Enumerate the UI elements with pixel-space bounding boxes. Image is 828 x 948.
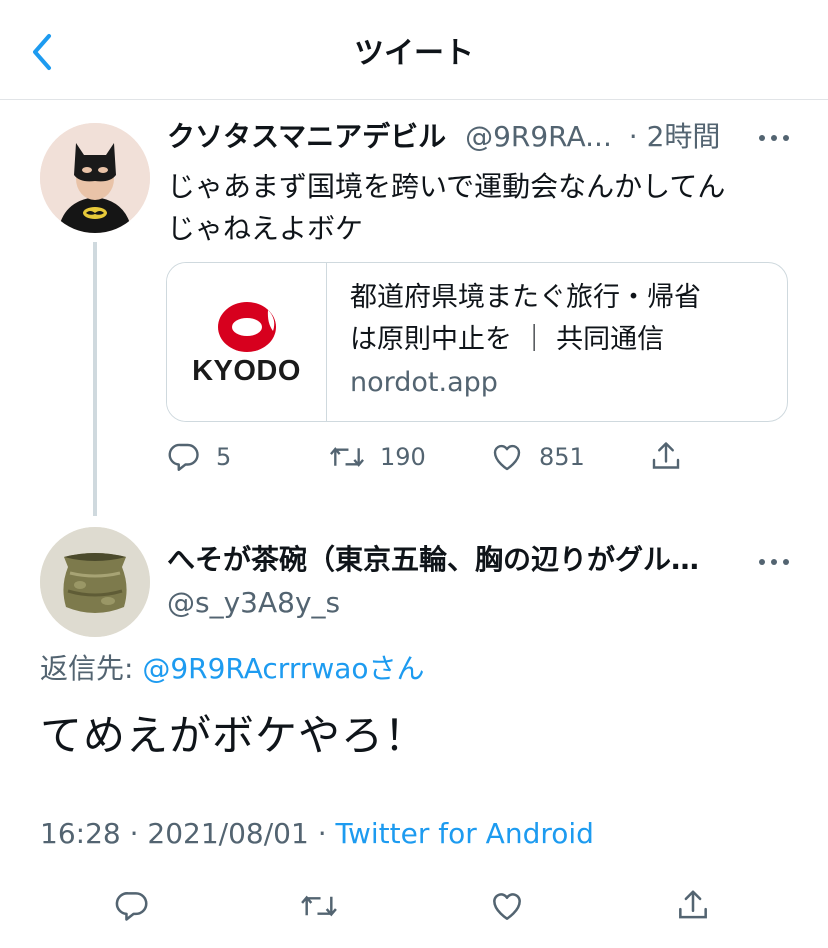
kyodo-logo-icon [218, 302, 276, 352]
avatar[interactable] [40, 527, 150, 637]
author-handle[interactable]: @s_y3A8y_s [167, 585, 340, 621]
tweet-text-line: じゃねえよボケ [167, 212, 364, 245]
display-name[interactable]: クソタスマニアデビル [167, 120, 446, 153]
reply-suffix: さん [368, 652, 425, 685]
replying-to: 返信先: @9R9RAcrrrwaoさん [40, 651, 425, 687]
retweet-count: 190 [380, 443, 426, 471]
share-icon [652, 442, 680, 469]
retweet-button[interactable] [299, 886, 339, 926]
author-handle[interactable]: @9R9RA... [465, 120, 612, 153]
link-card[interactable]: KYODO 都道府県境またぐ旅行・帰省 は原則中止を ｜ 共同通信 nordot… [166, 262, 788, 422]
tweet-time: 16:28 [40, 817, 121, 850]
reply-button[interactable] [113, 886, 151, 926]
tweet-text: じゃあまず国境を跨いで運動会なんかしてん じゃねえよボケ [167, 166, 787, 250]
card-thumbnail: KYODO [167, 263, 327, 421]
tweet-actions [0, 886, 828, 926]
card-title-line: は原則中止を ｜ 共同通信 [350, 324, 665, 355]
reply-button[interactable]: 5 [166, 437, 231, 477]
share-button[interactable] [674, 886, 712, 926]
like-count: 851 [539, 443, 585, 471]
more-icon[interactable] [752, 128, 796, 148]
page-title: ツイート [354, 36, 474, 71]
reply-prefix: 返信先: [40, 652, 143, 685]
card-logo-text: KYODO [192, 355, 301, 387]
tweet-source-link[interactable]: Twitter for Android [336, 817, 594, 850]
card-domain: nordot.app [350, 367, 498, 398]
display-name[interactable]: へそが茶碗（東京五輪、胸の辺りがグル… [167, 543, 699, 577]
like-icon [493, 893, 521, 920]
reply-icon [115, 892, 148, 921]
card-title-line: 都道府県境またぐ旅行・帰省 [350, 282, 701, 313]
retweet-button[interactable]: 190 [328, 437, 426, 477]
tweet-date: 2021/08/01 [147, 817, 309, 850]
tweet-actions: 5 190 851 [0, 437, 828, 477]
reply-icon [168, 443, 199, 471]
share-icon [679, 890, 707, 919]
top-bar: ツイート [0, 0, 828, 100]
tweet-text-line: じゃあまず国境を跨いで運動会なんかしてん [167, 170, 726, 203]
tweet-text: てめえがボケやろ！ [40, 711, 428, 760]
more-icon[interactable] [752, 552, 796, 572]
card-title: 都道府県境またぐ旅行・帰省 は原則中止を ｜ 共同通信 [350, 277, 770, 361]
tweet-author[interactable]: クソタスマニアデビル @9R9RA... · 2時間 [167, 120, 720, 154]
tweet-time[interactable]: · 2時間 [629, 120, 721, 153]
share-button[interactable] [648, 437, 684, 477]
reply-handle-link[interactable]: @9R9RAcrrrwao [142, 652, 368, 685]
like-button[interactable]: 851 [489, 437, 585, 477]
tweet-meta: 16:28 · 2021/08/01 · Twitter for Android [40, 817, 594, 850]
retweet-icon [301, 895, 337, 917]
like-icon [493, 444, 521, 471]
like-button[interactable] [488, 886, 526, 926]
reply-count: 5 [216, 443, 232, 471]
retweet-icon [330, 447, 364, 467]
avatar[interactable] [40, 123, 150, 233]
